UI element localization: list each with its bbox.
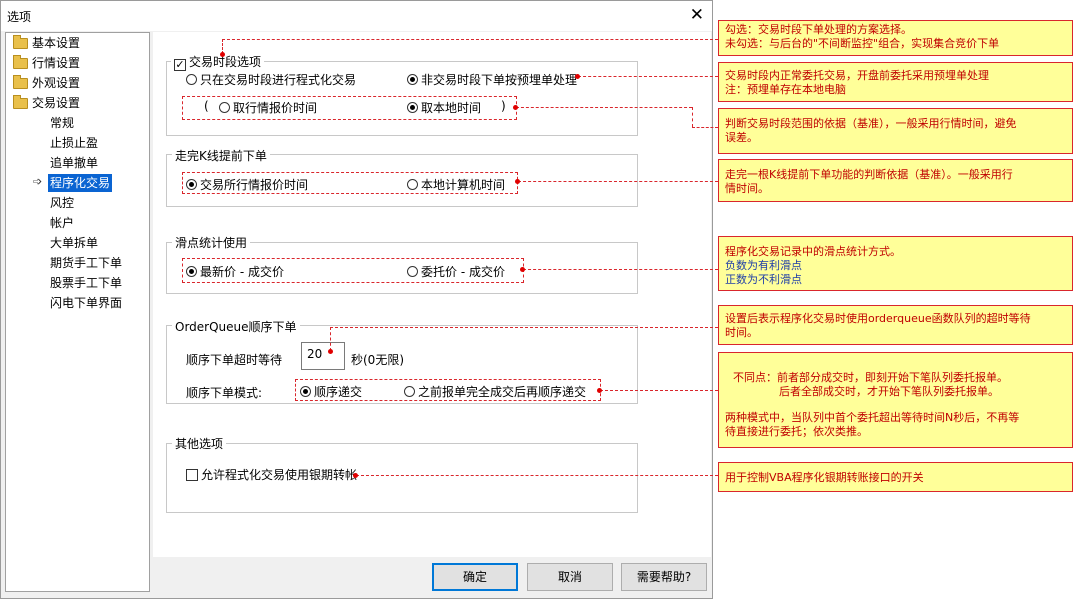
tree-item-futures-manual[interactable]: 期货手工下单 — [50, 254, 122, 272]
radio-local-computer-time[interactable]: 本地计算机时间 — [407, 176, 505, 193]
radio-order-price[interactable]: 委托价 - 成交价 — [407, 263, 505, 280]
annotation-dot — [220, 52, 225, 57]
radio-exchange-time[interactable]: 交易所行情报价时间 — [186, 176, 308, 193]
annotation-dot — [328, 349, 333, 354]
settings-tree: 基本设置 行情设置 外观设置 交易设置 常规 止损止盈 追单撤单 ➩ 程序化交易… — [5, 32, 150, 592]
note-trading-period: 勾选：交易时段下单处理的方案选择。 未勾选：与后台的"不间断监控"组合，实现集合… — [718, 20, 1073, 56]
connector-n8 — [356, 475, 718, 476]
radio-on-icon — [407, 102, 418, 113]
checkbox-unchecked-icon — [186, 469, 198, 481]
radio-off-icon — [407, 266, 418, 277]
annotation-dot — [515, 179, 520, 184]
radio-off-icon — [407, 179, 418, 190]
other-group-label: 其他选项 — [172, 435, 227, 452]
connector-n7 — [600, 390, 718, 391]
tree-item-chase[interactable]: 追单撤单 — [50, 154, 98, 172]
radio-nontrading-preorder[interactable]: 非交易时段下单按预埋单处理 — [407, 71, 577, 88]
timeout-unit: 秒(0无限) — [351, 353, 404, 367]
radio-on-icon — [186, 266, 197, 277]
tree-item-split[interactable]: 大单拆单 — [50, 234, 98, 252]
connector-n3 — [692, 127, 718, 128]
cancel-button[interactable]: 取消 — [527, 563, 613, 591]
tree-item-flash[interactable]: 闪电下单界面 — [50, 294, 122, 312]
radio-off-icon — [404, 386, 415, 397]
current-arrow-icon: ➩ — [33, 175, 43, 188]
radio-sequential[interactable]: 顺序递交 — [300, 383, 362, 400]
mode-label: 顺序下单模式: — [186, 386, 263, 400]
tree-item-risk[interactable]: 风控 — [50, 194, 74, 212]
checkbox-checked-icon: ✓ — [174, 58, 186, 71]
tree-item-algo-trading[interactable]: 程序化交易 — [48, 174, 113, 192]
annotation-dot — [597, 388, 602, 393]
note-orderqueue-mode: 不同点：前者部分成交时，即刻开始下笔队列委托报单。 后者全部成交时，才开始下笔队… — [718, 352, 1073, 448]
timeout-label: 顺序下单超时等待 — [186, 353, 283, 367]
note-kline: 走完一根K线提前下单功能的判断依据（基准）。一般采用行 情时间。 — [718, 159, 1073, 202]
annotation-dot — [353, 473, 358, 478]
help-button[interactable]: 需要帮助? — [621, 563, 707, 591]
note-slippage: 程序化交易记录中的滑点统计方式。 负数为有利滑点 正数为不利滑点 — [718, 236, 1073, 291]
orderqueue-group-label: OrderQueue顺序下单 — [172, 318, 300, 335]
tree-item-general[interactable]: 常规 — [50, 114, 74, 132]
radio-on-icon — [300, 386, 311, 397]
folder-icon — [13, 55, 28, 69]
folder-open-icon — [13, 95, 28, 109]
options-dialog: 选项 ✕ 基本设置 行情设置 外观设置 交易设置 常规 止损止盈 追单撤单 ➩ … — [0, 0, 713, 599]
radio-quote-time[interactable]: 取行情报价时间 — [219, 99, 317, 116]
radio-local-time[interactable]: 取本地时间 — [407, 99, 481, 116]
connector-n3 — [516, 107, 692, 108]
folder-icon — [13, 35, 28, 49]
connector-n2 — [578, 76, 718, 77]
paren-open: ( — [204, 99, 209, 113]
dialog-title: 选项 — [7, 10, 32, 24]
title-bar: 选项 ✕ — [1, 1, 712, 31]
radio-only-trading-period[interactable]: 只在交易时段进行程式化交易 — [186, 71, 356, 88]
connector-n3 — [692, 107, 693, 127]
radio-off-icon — [186, 74, 197, 85]
radio-off-icon — [219, 102, 230, 113]
connector-n6 — [330, 327, 718, 328]
annotation-dot — [520, 267, 525, 272]
timeout-input[interactable]: 20 — [301, 342, 345, 370]
connector-n4 — [518, 181, 718, 182]
note-orderqueue-timeout: 设置后表示程序化交易时使用orderqueue函数队列的超时等待 时间。 — [718, 305, 1073, 345]
radio-latest-price[interactable]: 最新价 - 成交价 — [186, 263, 284, 280]
tree-item-stock-manual[interactable]: 股票手工下单 — [50, 274, 122, 292]
radio-on-icon — [407, 74, 418, 85]
tree-item-account[interactable]: 帐户 — [50, 214, 74, 232]
connector-n6 — [330, 327, 331, 351]
kline-group-label: 走完K线提前下单 — [172, 147, 270, 164]
annotation-dot — [513, 105, 518, 110]
vba-transfer-checkbox[interactable]: 允许程式化交易使用银期转帐 — [186, 466, 357, 483]
connector-n1 — [222, 39, 718, 40]
radio-on-icon — [186, 179, 197, 190]
ok-button[interactable]: 确定 — [432, 563, 518, 591]
slippage-group-label: 滑点统计使用 — [172, 234, 251, 251]
trading-period-checkbox[interactable]: ✓ 交易时段选项 — [171, 53, 265, 71]
close-icon[interactable]: ✕ — [690, 5, 704, 25]
tree-item-stoploss[interactable]: 止损止盈 — [50, 134, 98, 152]
connector-n5 — [523, 269, 718, 270]
radio-after-filled[interactable]: 之前报单完全成交后再顺序递交 — [404, 383, 586, 400]
paren-close: ) — [501, 99, 506, 113]
note-nontrading: 交易时段内正常委托交易，开盘前委托采用预埋单处理 注：预埋单存在本地电脑 — [718, 62, 1073, 102]
folder-icon — [13, 75, 28, 89]
note-time-basis: 判断交易时段范围的依据（基准），一般采用行情时间，避免 误差。 — [718, 108, 1073, 154]
note-vba-transfer: 用于控制VBA程序化银期转账接口的开关 — [718, 462, 1073, 492]
annotation-dot — [575, 74, 580, 79]
